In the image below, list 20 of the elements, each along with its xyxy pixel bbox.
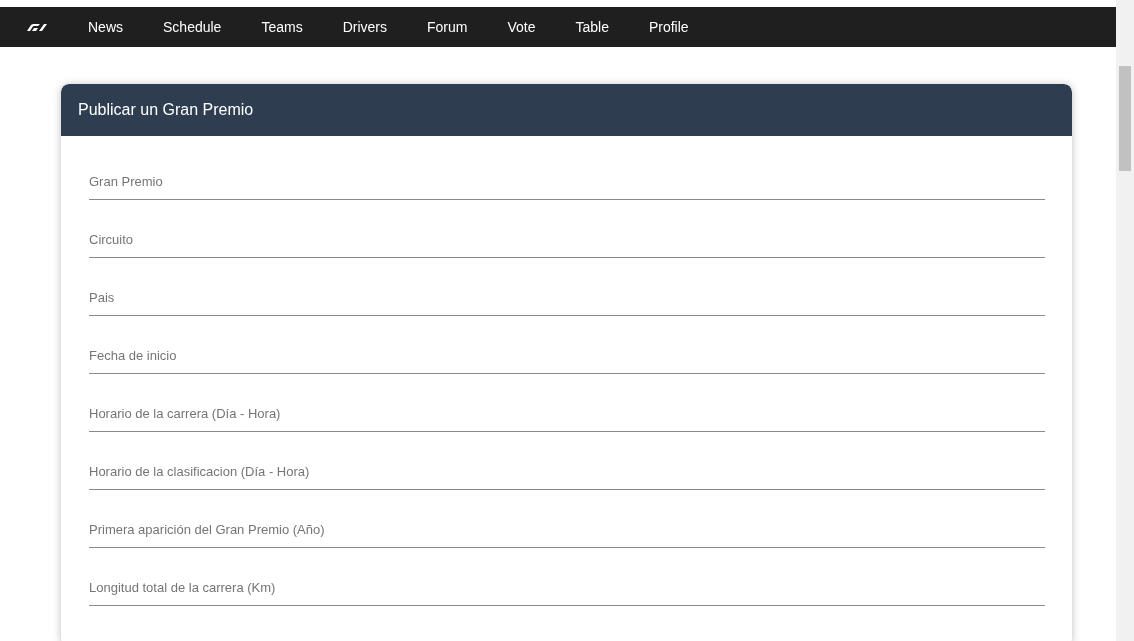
- input-field[interactable]: Primera aparición del Gran Premio (Año): [89, 514, 1045, 548]
- input-field[interactable]: Fecha de inicio: [89, 340, 1045, 374]
- nav-link[interactable]: Schedule: [163, 19, 222, 35]
- nav-link[interactable]: Drivers: [342, 19, 387, 35]
- input-field[interactable]: Gran Premio: [89, 166, 1045, 200]
- nav-link[interactable]: Forum: [427, 19, 468, 35]
- input-field[interactable]: Horario de la carrera (Día - Hora): [89, 398, 1045, 432]
- nav-link[interactable]: News: [88, 19, 123, 35]
- logo-icon[interactable]: [25, 23, 47, 31]
- input-field[interactable]: Pais: [89, 282, 1045, 316]
- scrollbar[interactable]: [1116, 0, 1134, 641]
- form-title: Publicar un Gran Premio: [78, 101, 254, 119]
- nav-link[interactable]: Profile: [648, 19, 689, 35]
- input-field[interactable]: Longitud total de la carrera (Km): [89, 572, 1045, 606]
- nav-link[interactable]: Table: [575, 19, 609, 35]
- input-field[interactable]: Horario de la clasificacion (Día - Hora): [89, 456, 1045, 490]
- nav-link[interactable]: Vote: [507, 19, 536, 35]
- nav-link[interactable]: Teams: [261, 19, 303, 35]
- input-field[interactable]: Circuito: [89, 224, 1045, 258]
- scrollbar-thumb[interactable]: [1119, 66, 1131, 171]
